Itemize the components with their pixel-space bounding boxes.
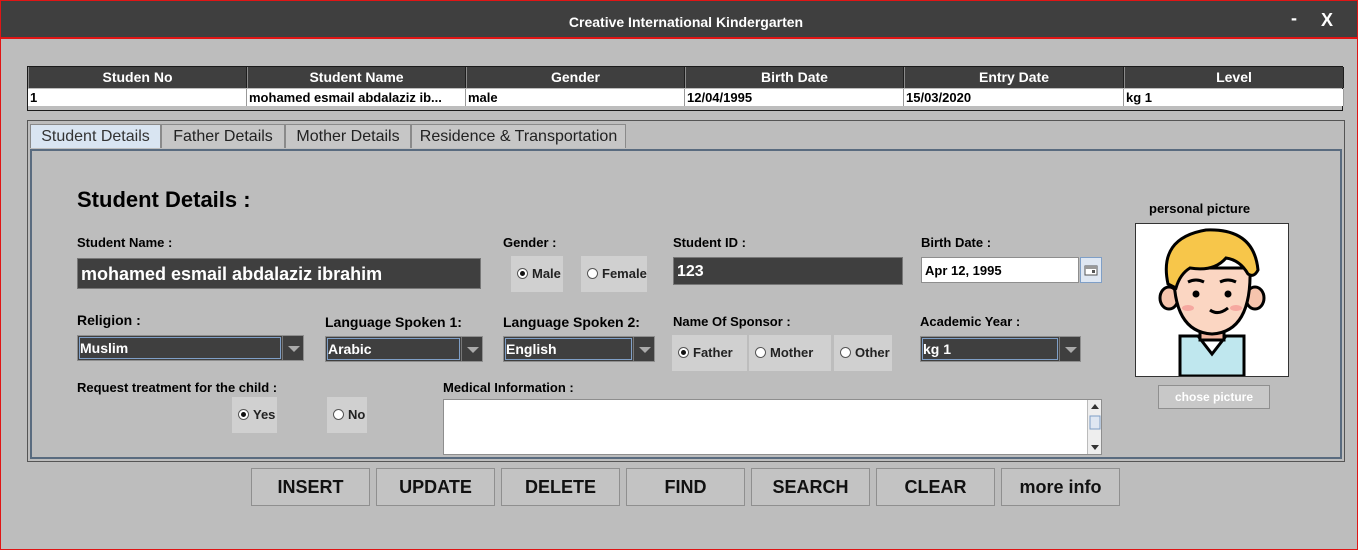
insert-button[interactable]: INSERT [251, 468, 370, 506]
academic-year-label: Academic Year : [920, 314, 1021, 329]
personal-picture-label: personal picture [1149, 201, 1251, 216]
calendar-icon [1084, 265, 1098, 276]
language2-value: English [506, 341, 557, 357]
tab-residence-transportation[interactable]: Residence & Transportation [411, 124, 626, 148]
calendar-button[interactable] [1080, 257, 1102, 283]
column-header-student-name[interactable]: Student Name [247, 67, 466, 88]
table-cell[interactable]: 12/04/1995 [685, 89, 904, 106]
students-table[interactable]: Studen No Student Name Gender Birth Date… [27, 66, 1344, 111]
gender-female-radio[interactable]: Female [581, 256, 647, 292]
sponsor-label: Name Of Sponsor : [673, 314, 791, 329]
table-cell[interactable]: mohamed esmail abdalaziz ib... [247, 89, 466, 106]
radio-label: Yes [253, 407, 276, 422]
column-header-student-no[interactable]: Studen No [28, 67, 247, 88]
update-button[interactable]: UPDATE [376, 468, 495, 506]
table-header: Studen No Student Name Gender Birth Date… [28, 67, 1344, 88]
student-details-panel: Student Details : Student Name : mohamed… [30, 149, 1342, 459]
medical-info-label: Medical Information : [443, 380, 574, 395]
combo-arrow-icon[interactable] [633, 337, 654, 361]
academic-year-value: kg 1 [923, 341, 952, 357]
language2-select[interactable]: English [503, 336, 655, 362]
sponsor-father-radio[interactable]: Father [672, 335, 747, 371]
sponsor-mother-radio[interactable]: Mother [749, 335, 831, 371]
column-header-entry-date[interactable]: Entry Date [904, 67, 1124, 88]
radio-label: Father [693, 345, 733, 360]
birth-date-label: Birth Date : [921, 235, 992, 250]
radio-label: Other [855, 345, 890, 360]
radio-unselected-icon [840, 347, 851, 358]
gender-male-radio[interactable]: Male [511, 256, 563, 292]
combo-arrow-icon[interactable] [1059, 337, 1080, 361]
app-window: Creative International Kindergarten - X … [0, 0, 1358, 550]
radio-selected-icon [238, 409, 249, 420]
medical-scrollbar[interactable] [1087, 400, 1101, 454]
radio-unselected-icon [755, 347, 766, 358]
tabbed-pane: Student Details Father Details Mother De… [27, 120, 1345, 462]
radio-label: No [348, 407, 366, 422]
find-button[interactable]: FIND [626, 468, 745, 506]
student-name-input[interactable]: mohamed esmail abdalaziz ibrahim [77, 258, 481, 289]
clear-button[interactable]: CLEAR [876, 468, 995, 506]
academic-year-select[interactable]: kg 1 [920, 336, 1081, 362]
treatment-label: Request treatment for the child : [77, 380, 278, 395]
column-header-gender[interactable]: Gender [466, 67, 685, 88]
table-cell[interactable]: kg 1 [1124, 89, 1344, 106]
window-title: Creative International Kindergarten [568, 14, 804, 30]
column-header-birth-date[interactable]: Birth Date [685, 67, 904, 88]
avatar-boy-icon [1158, 228, 1266, 378]
radio-label: Female [602, 266, 647, 281]
table-cell[interactable]: 15/03/2020 [904, 89, 1124, 106]
search-button[interactable]: SEARCH [751, 468, 870, 506]
radio-selected-icon [517, 268, 528, 279]
treatment-no-radio[interactable]: No [327, 397, 367, 433]
treatment-yes-radio[interactable]: Yes [232, 397, 277, 433]
language1-select[interactable]: Arabic [325, 336, 483, 362]
radio-label: Male [532, 266, 561, 281]
column-header-level[interactable]: Level [1124, 67, 1344, 88]
religion-select[interactable]: Muslim [77, 335, 304, 361]
tab-father-details[interactable]: Father Details [161, 124, 285, 148]
combo-arrow-icon[interactable] [282, 336, 303, 360]
tab-mother-details[interactable]: Mother Details [285, 124, 411, 148]
chose-picture-button[interactable]: chose picture [1158, 385, 1270, 409]
medical-info-textarea[interactable] [443, 399, 1102, 455]
table-cell[interactable]: 1 [28, 89, 247, 106]
close-button[interactable]: X [1321, 10, 1333, 31]
combo-arrow-icon[interactable] [461, 337, 482, 361]
more-info-button[interactable]: more info [1001, 468, 1120, 506]
language2-label: Language Spoken 2: [503, 314, 640, 330]
gender-label: Gender : [503, 235, 557, 250]
scrollbar-icon [1089, 404, 1101, 450]
minimize-button[interactable]: - [1291, 8, 1297, 29]
table-cell[interactable]: male [466, 89, 685, 106]
radio-selected-icon [678, 347, 689, 358]
religion-label: Religion : [77, 312, 141, 328]
language1-value: Arabic [328, 341, 372, 357]
sponsor-other-radio[interactable]: Other [834, 335, 892, 371]
radio-label: Mother [770, 345, 814, 360]
delete-button[interactable]: DELETE [501, 468, 620, 506]
title-bar: Creative International Kindergarten - X [1, 1, 1357, 39]
student-id-label: Student ID : [673, 235, 746, 250]
radio-unselected-icon [333, 409, 344, 420]
religion-value: Muslim [80, 340, 129, 356]
birth-date-input[interactable]: Apr 12, 1995 [921, 257, 1079, 283]
radio-unselected-icon [587, 268, 598, 279]
section-heading: Student Details : [77, 187, 251, 212]
tab-student-details[interactable]: Student Details [30, 124, 161, 148]
language1-label: Language Spoken 1: [325, 314, 462, 330]
student-name-label: Student Name : [77, 235, 173, 250]
student-id-input[interactable]: 123 [673, 257, 903, 285]
student-photo [1135, 223, 1289, 378]
table-row[interactable]: 1 mohamed esmail abdalaziz ib... male 12… [28, 89, 1344, 106]
